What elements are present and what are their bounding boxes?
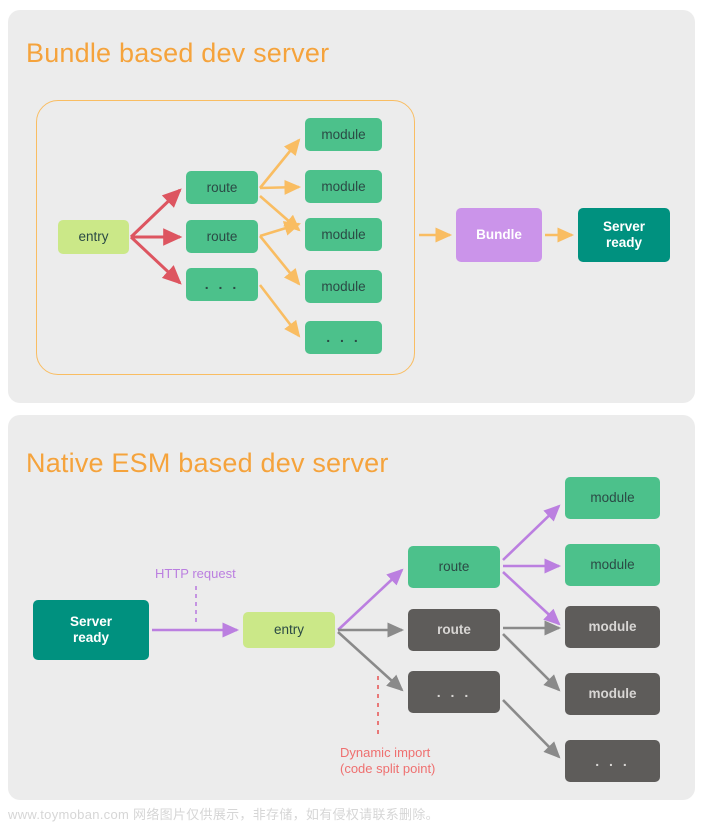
node-esm-route-2[interactable]: route <box>408 609 500 651</box>
node-module-ellipsis[interactable]: . . . <box>305 321 382 354</box>
node-route-2[interactable]: route <box>186 220 258 253</box>
panel-bundle-title: Bundle based dev server <box>26 38 330 68</box>
node-module-4[interactable]: module <box>305 270 382 303</box>
node-esm-module-4[interactable]: module <box>565 673 660 715</box>
node-bundle[interactable]: Bundle <box>456 208 542 262</box>
node-route-1[interactable]: route <box>186 171 258 204</box>
node-esm-server-ready-label: Server ready <box>69 614 113 645</box>
diagram-canvas: Bundle based dev server entry route rout… <box>0 0 703 826</box>
annotation-dynamic-import-line1: Dynamic import <box>340 745 431 760</box>
node-server-ready-label: Server ready <box>602 219 646 250</box>
annotation-http-request: HTTP request <box>155 566 236 581</box>
node-esm-entry[interactable]: entry <box>243 612 335 648</box>
node-esm-module-3[interactable]: module <box>565 606 660 648</box>
panel-esm-title: Native ESM based dev server <box>26 448 389 478</box>
node-esm-module-ellipsis[interactable]: . . . <box>565 740 660 782</box>
node-esm-module-1[interactable]: module <box>565 477 660 519</box>
node-esm-route-1[interactable]: route <box>408 546 500 588</box>
node-server-ready[interactable]: Server ready <box>578 208 670 262</box>
node-module-2[interactable]: module <box>305 170 382 203</box>
node-module-3[interactable]: module <box>305 218 382 251</box>
node-entry[interactable]: entry <box>58 220 129 254</box>
watermark-text: www.toymoban.com 网络图片仅供展示，非存储，如有侵权请联系删除。 <box>8 807 439 822</box>
node-esm-server-ready[interactable]: Server ready <box>33 600 149 660</box>
node-route-ellipsis[interactable]: . . . <box>186 268 258 301</box>
ellipsis-glyph: . . . <box>204 276 240 293</box>
ellipsis-glyph: . . . <box>436 683 472 700</box>
annotation-dynamic-import-line2: (code split point) <box>340 761 436 776</box>
node-esm-route-ellipsis[interactable]: . . . <box>408 671 500 713</box>
node-module-1[interactable]: module <box>305 118 382 151</box>
ellipsis-glyph: . . . <box>326 329 361 346</box>
node-esm-module-2[interactable]: module <box>565 544 660 586</box>
ellipsis-glyph: . . . <box>595 752 630 769</box>
